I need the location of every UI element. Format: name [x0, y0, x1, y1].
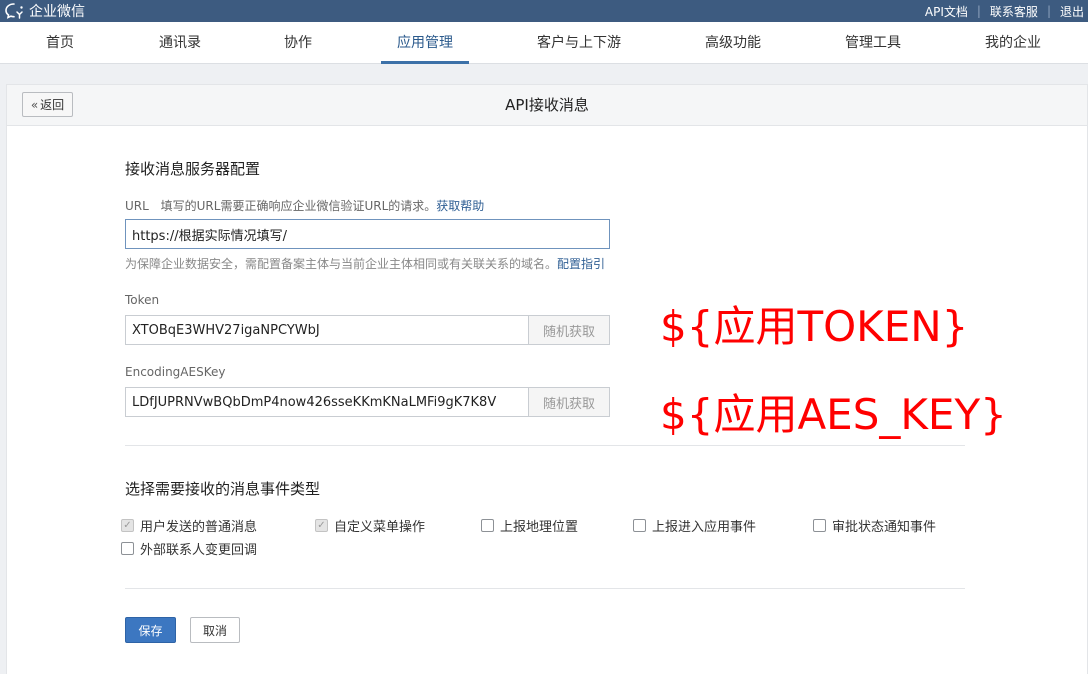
url-label-row: URL 填写的URL需要正确响应企业微信验证URL的请求。获取帮助 [125, 197, 484, 214]
nav-my-enterprise[interactable]: 我的企业 [973, 22, 1053, 64]
api-docs-link[interactable]: API文档 [925, 3, 968, 20]
main-nav: 首页 通讯录 协作 应用管理 客户与上下游 高级功能 管理工具 我的企业 [0, 22, 1088, 64]
nav-contacts[interactable]: 通讯录 [145, 22, 215, 64]
url-hint: 为保障企业数据安全，需配置备案主体与当前企业主体相同或有关联关系的域名。 [125, 257, 558, 271]
brand[interactable]: 企业微信 [4, 0, 85, 22]
section-divider [125, 445, 965, 446]
checkbox[interactable] [633, 519, 646, 532]
aes-key-value: LDfJUPRNVwBQbDmP4now426sseKKmKNaLMFi9gK7… [132, 394, 497, 410]
event-types-title: 选择需要接收的消息事件类型 [125, 480, 321, 498]
nav-app-management[interactable]: 应用管理 [381, 22, 469, 64]
top-bar: 企业微信 API文档 | 联系客服 | 退出 [0, 0, 1088, 22]
divider: | [976, 4, 981, 18]
nav-collaboration[interactable]: 协作 [268, 22, 328, 64]
save-button[interactable]: 保存 [125, 617, 176, 643]
config-guide-link[interactable]: 配置指引 [557, 257, 605, 271]
nav-home[interactable]: 首页 [30, 22, 90, 64]
divider: | [1046, 4, 1051, 18]
aes-key-input[interactable]: LDfJUPRNVwBQbDmP4now426sseKKmKNaLMFi9gK7… [125, 387, 529, 417]
nav-management-tools[interactable]: 管理工具 [833, 22, 913, 64]
aes-key-annotation: ${应用AES_KEY} [660, 390, 1007, 439]
event-option-label: 上报进入应用事件 [652, 520, 757, 535]
url-value: https://根据实际情况填写/ [132, 228, 287, 244]
check-icon[interactable]: ✓ [121, 519, 134, 532]
nav-advanced[interactable]: 高级功能 [693, 22, 773, 64]
nav-customers[interactable]: 客户与上下游 [525, 22, 633, 64]
top-links: API文档 | 联系客服 | 退出 [925, 0, 1084, 22]
token-label: Token [125, 293, 160, 307]
checkbox[interactable] [121, 542, 134, 555]
section-divider [125, 588, 965, 589]
back-button[interactable]: « 返回 [22, 92, 73, 117]
event-option-label: 自定义菜单操作 [334, 520, 426, 535]
event-option-enter-app[interactable]: 上报进入应用事件 [633, 516, 756, 535]
event-option-label: 上报地理位置 [500, 520, 579, 535]
aes-random-button[interactable]: 随机获取 [528, 387, 610, 417]
aes-key-label: EncodingAESKey [125, 365, 226, 379]
url-hint-row: 为保障企业数据安全，需配置备案主体与当前企业主体相同或有关联关系的域名。配置指引 [125, 255, 605, 272]
brand-name: 企业微信 [29, 4, 85, 20]
double-chevron-left-icon: « [30, 97, 39, 112]
token-input[interactable]: XTOBqE3WHV27igaNPCYWbJ [125, 315, 529, 345]
content-card: API接收消息 « 返回 接收消息服务器配置 URL 填写的URL需要正确响应企… [6, 84, 1088, 674]
card-header: API接收消息 « 返回 [7, 85, 1087, 126]
wecom-logo-icon [5, 3, 23, 19]
event-option-label: 用户发送的普通消息 [140, 520, 258, 535]
event-option-external-contact[interactable]: 外部联系人变更回调 [121, 539, 257, 558]
url-label: URL [125, 199, 149, 213]
event-option-location[interactable]: 上报地理位置 [481, 516, 578, 535]
event-option-label: 外部联系人变更回调 [140, 543, 258, 558]
url-description: 填写的URL需要正确响应企业微信验证URL的请求。 [160, 199, 437, 213]
get-help-link[interactable]: 获取帮助 [436, 199, 484, 213]
page-title: API接收消息 [505, 96, 589, 114]
token-random-button[interactable]: 随机获取 [528, 315, 610, 345]
token-value: XTOBqE3WHV27igaNPCYWbJ [132, 322, 320, 338]
logout-link[interactable]: 退出 [1060, 3, 1084, 20]
check-icon[interactable]: ✓ [315, 519, 328, 532]
cancel-button[interactable]: 取消 [190, 617, 240, 643]
server-config-title: 接收消息服务器配置 [125, 160, 261, 178]
event-option-custom-menu[interactable]: ✓ 自定义菜单操作 [315, 516, 425, 535]
event-option-label: 审批状态通知事件 [832, 520, 937, 535]
checkbox[interactable] [813, 519, 826, 532]
token-annotation: ${应用TOKEN} [660, 302, 969, 351]
checkbox[interactable] [481, 519, 494, 532]
contact-support-link[interactable]: 联系客服 [990, 3, 1038, 20]
url-input[interactable]: https://根据实际情况填写/ [125, 219, 610, 249]
event-option-approval[interactable]: 审批状态通知事件 [813, 516, 936, 535]
back-label: 返回 [40, 98, 65, 112]
event-option-user-message[interactable]: ✓ 用户发送的普通消息 [121, 516, 257, 535]
